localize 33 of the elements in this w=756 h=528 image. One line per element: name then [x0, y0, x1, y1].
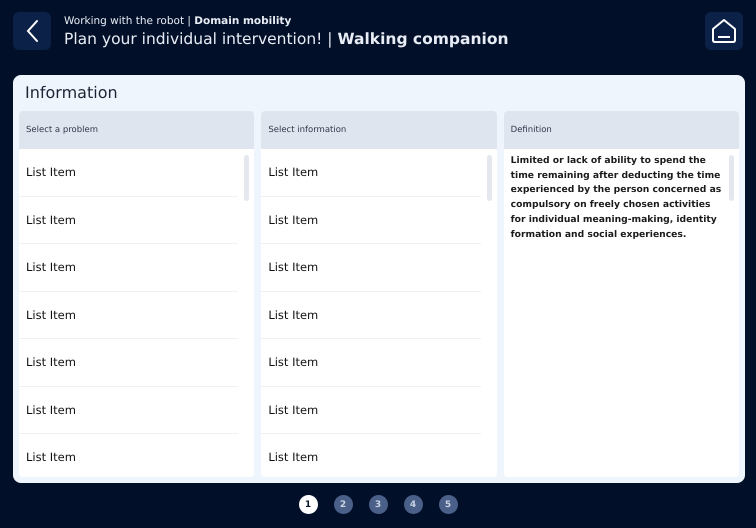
scrollbar[interactable] [728, 155, 734, 201]
definition-text: Limited or lack of ability to spend the time remaining after deducting the time experienced by the person concerned as compulsory on freely chosen activities for individual meaning-making, identity formation and social experiences. [510, 154, 722, 242]
list-item[interactable]: List Item [19, 244, 238, 292]
page-button[interactable]: 2 [334, 495, 352, 514]
list-item[interactable]: List Item [261, 386, 481, 434]
page-title: Plan your individual intervention! | Walking companion [64, 30, 510, 48]
column-header: Select a problem [19, 111, 254, 149]
back-button[interactable] [13, 12, 51, 50]
home-icon [710, 17, 738, 45]
list-item[interactable]: List Item [19, 434, 238, 477]
page-button[interactable]: 5 [438, 495, 458, 514]
list-item[interactable]: List Item [261, 434, 481, 477]
page-button[interactable]: 4 [404, 495, 422, 514]
page-button[interactable]: 3 [368, 495, 388, 514]
column-header: Select information [261, 111, 497, 149]
scrollbar[interactable] [244, 155, 250, 201]
list-item[interactable]: List Item [261, 339, 481, 386]
scrollbar[interactable] [486, 155, 492, 201]
list-item[interactable]: List Item [261, 196, 481, 244]
column-header: Definition [504, 111, 739, 149]
list-item[interactable]: List Item [19, 386, 238, 434]
list-item[interactable]: List Item [261, 244, 481, 292]
list-item[interactable]: List Item [19, 292, 238, 339]
list-item[interactable]: List Item [261, 292, 481, 339]
home-button[interactable] [705, 12, 743, 50]
page-button[interactable]: 1 [298, 495, 318, 514]
back-icon [25, 19, 39, 43]
list-item[interactable]: List Item [261, 149, 481, 196]
list-item[interactable]: List Item [19, 196, 238, 244]
panel-title: Information [24, 82, 119, 104]
breadcrumb: Working with the robot | Domain mobility [64, 14, 292, 26]
list-item[interactable]: List Item [19, 149, 238, 196]
list-item[interactable]: List Item [19, 339, 238, 386]
